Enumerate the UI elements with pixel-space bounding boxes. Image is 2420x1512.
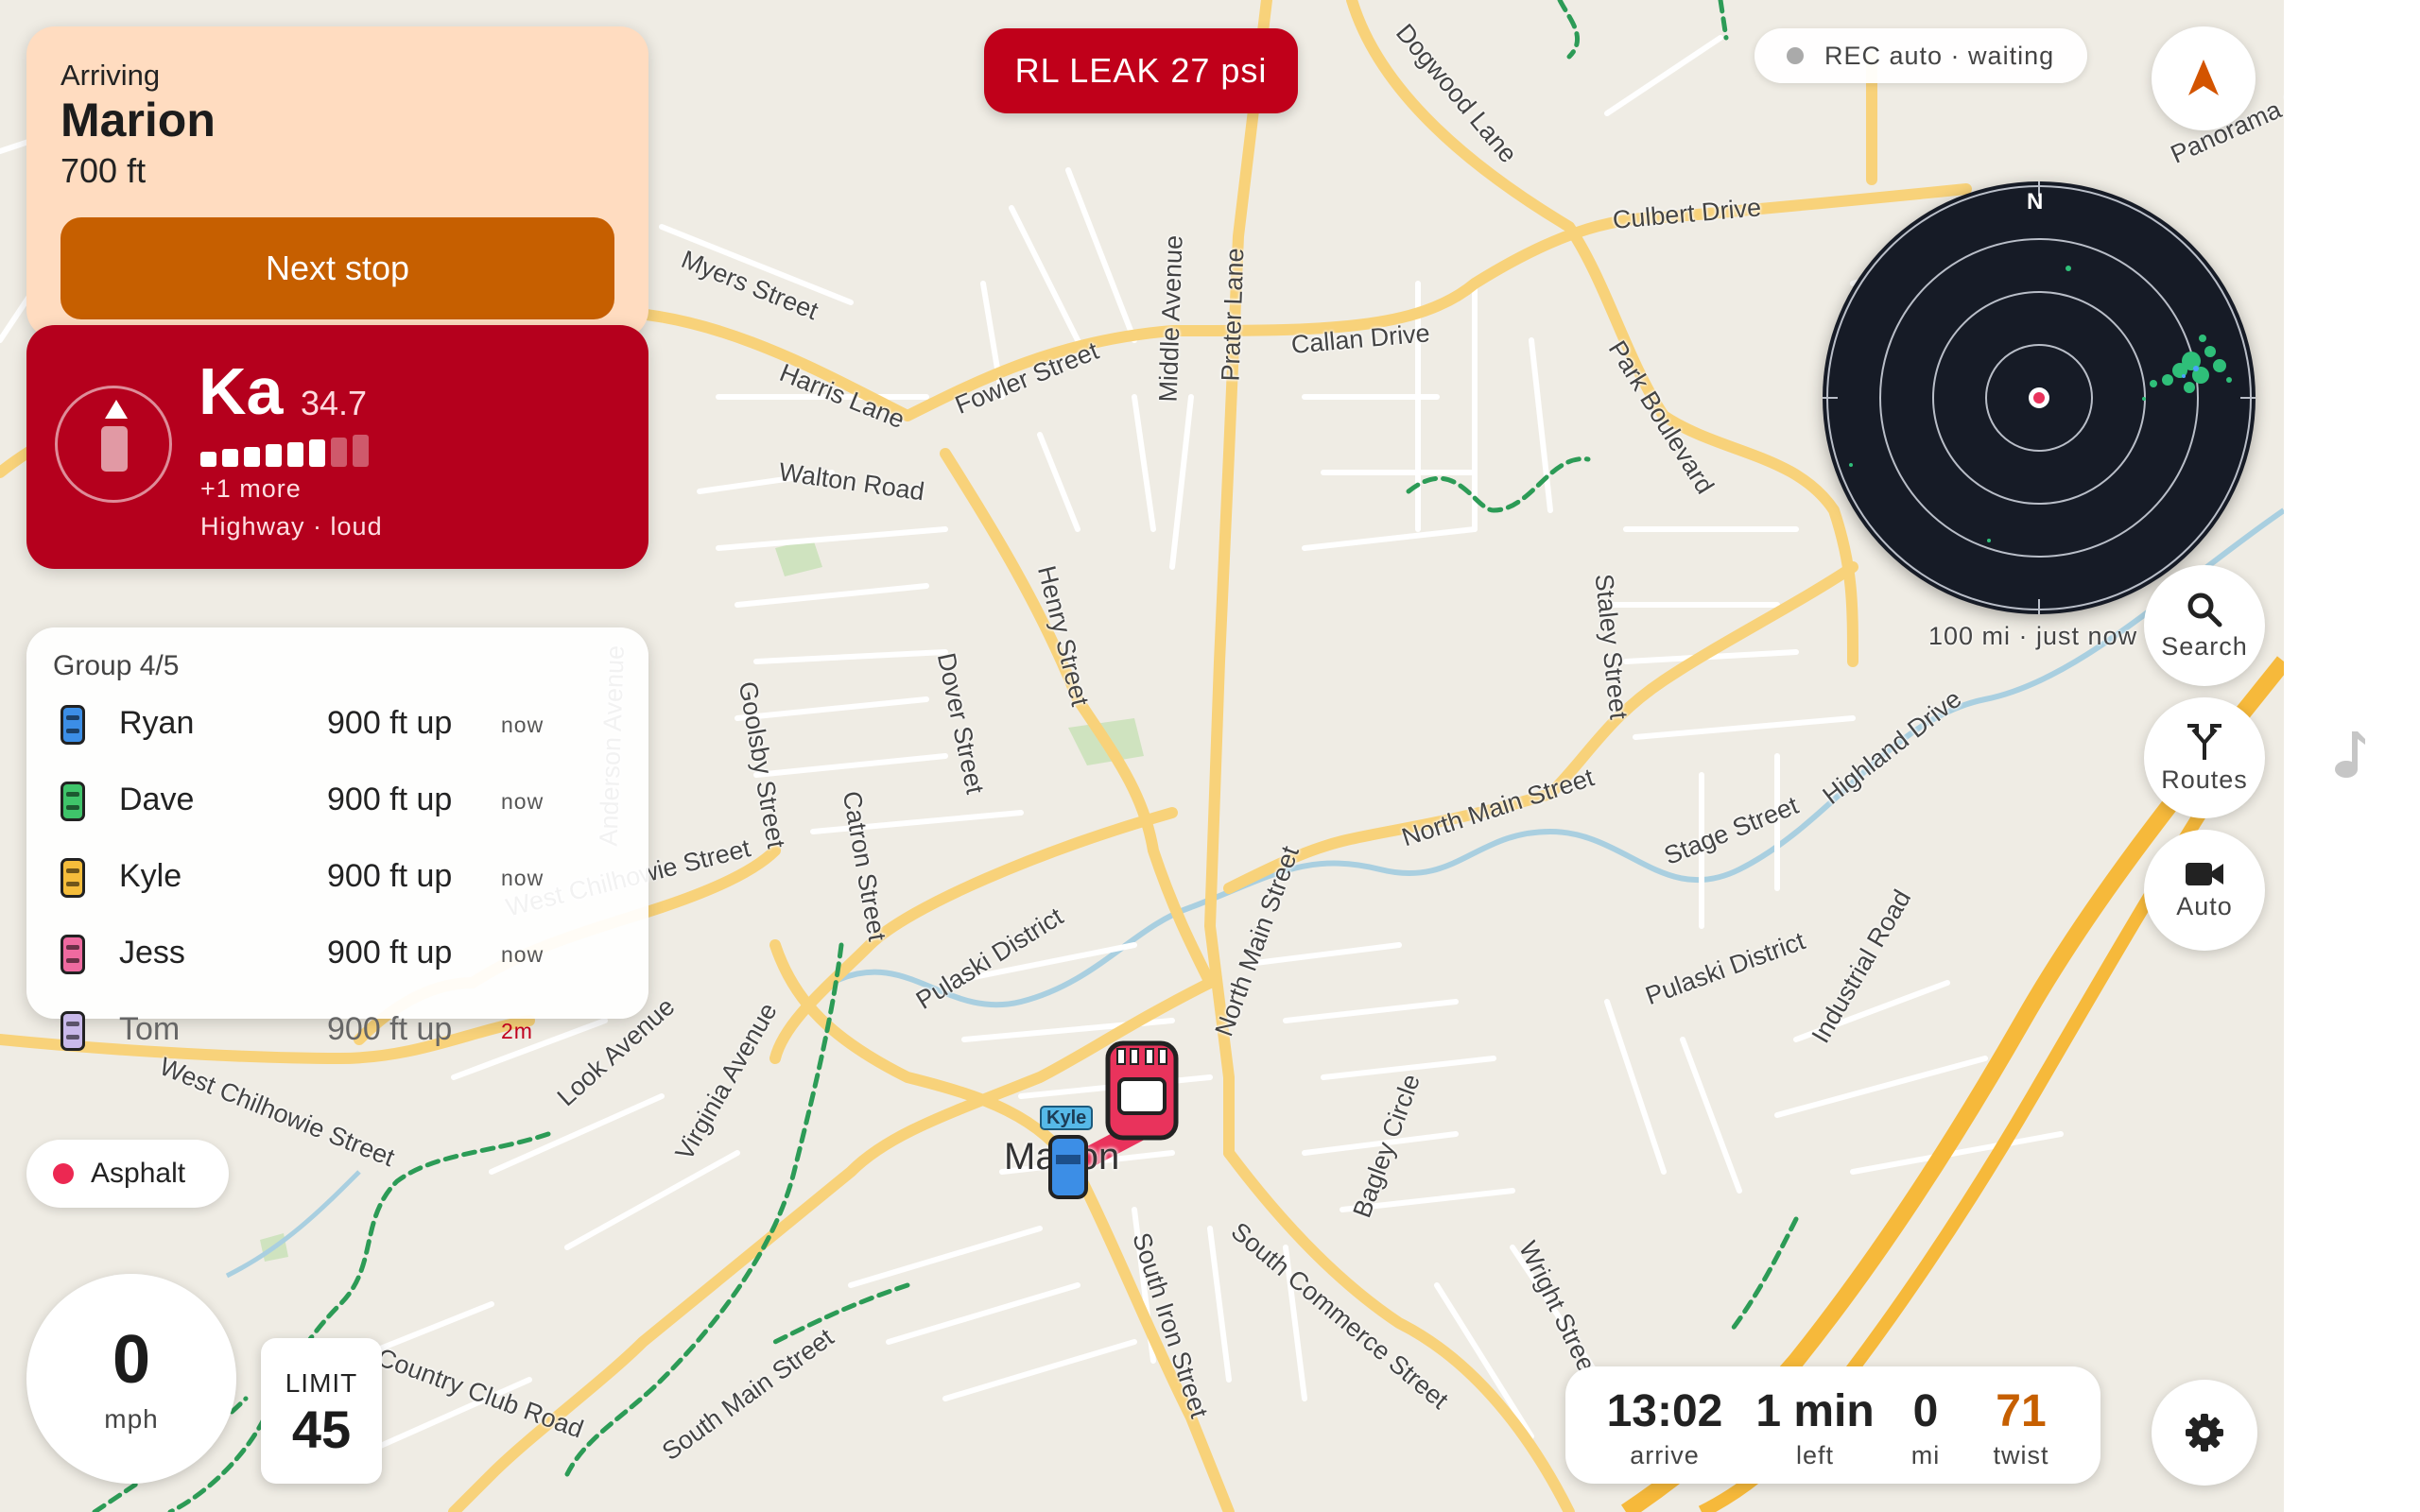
street-label: Middle Avenue	[1153, 234, 1188, 404]
member-last-seen: now	[501, 866, 544, 890]
member-last-seen: now	[501, 942, 544, 967]
member-vehicle-marker[interactable]	[1047, 1134, 1089, 1200]
member-marker-label: Kyle	[1040, 1106, 1094, 1130]
member-name: Tom	[119, 1011, 181, 1047]
speed-limit-value: 45	[291, 1400, 352, 1459]
member-distance: 900 ft up	[327, 705, 453, 741]
speed-limit-label: LIMIT	[285, 1368, 358, 1398]
member-last-seen: now	[501, 713, 544, 737]
arrival-card: Arriving Marion 700 ft Next stop	[26, 26, 648, 338]
signal-bar	[222, 449, 238, 467]
member-distance: 900 ft up	[327, 858, 453, 894]
alert-band: Ka	[199, 354, 284, 428]
time-left-value: 1 min	[1755, 1386, 1875, 1436]
member-distance: 900 ft up	[327, 782, 453, 817]
signal-bar	[287, 441, 303, 467]
settings-button[interactable]	[2152, 1380, 2257, 1486]
auto-button-label: Auto	[2176, 891, 2233, 920]
group-card[interactable]: Group 4/5 Ryan 900 ft up now Dave 900 ft up n…	[26, 627, 648, 1051]
speed-unit: mph	[104, 1404, 159, 1434]
radar-caption: 100 mi · just now	[1928, 622, 2138, 650]
radar-alert-card[interactable]: Ka 34.7 +1 more Highway · loud	[26, 325, 648, 569]
arrow-up-icon	[105, 400, 128, 419]
member-name: Ryan	[119, 705, 195, 741]
alert-more: +1 more	[200, 474, 302, 503]
vehicle-icon	[101, 426, 128, 472]
arrival-time-value: 13:02	[1606, 1386, 1723, 1436]
twist-score-value: 71	[1996, 1386, 2047, 1436]
weather-radar[interactable]: N	[1823, 181, 2256, 614]
distance-left-value: 0	[1912, 1386, 1939, 1436]
speedometer: 0 mph	[26, 1274, 236, 1484]
radar-north-label: N	[2027, 189, 2044, 215]
group-member-row[interactable]: Jess 900 ft up now	[60, 927, 628, 980]
group-title: Group 4/5	[53, 650, 180, 681]
signal-bar	[244, 446, 260, 467]
gear-icon	[2186, 1414, 2223, 1452]
speed-value: 0	[112, 1322, 151, 1398]
music-note-icon[interactable]	[2333, 730, 2367, 783]
member-name: Jess	[119, 935, 185, 971]
next-stop-button[interactable]: Next stop	[60, 217, 614, 319]
signal-bar	[331, 437, 347, 467]
auto-record-button[interactable]: Auto	[2144, 830, 2265, 951]
member-distance: 900 ft up	[327, 935, 453, 971]
signal-bar	[266, 444, 282, 467]
recording-status-text: REC auto · waiting	[1824, 41, 2055, 70]
surface-dot-icon	[53, 1163, 74, 1184]
vehicle-icon	[60, 935, 85, 974]
routes-button[interactable]: Routes	[2144, 697, 2265, 818]
time-left-stat: 1 min left	[1754, 1385, 1876, 1470]
vehicle-icon	[60, 858, 85, 898]
twist-score-stat: 71 twist	[1981, 1385, 2061, 1470]
routes-button-label: Routes	[2161, 765, 2248, 794]
alert-direction-dial	[55, 386, 172, 503]
distance-left-stat: 0 mi	[1902, 1385, 1949, 1470]
group-member-row[interactable]: Tom 900 ft up 2m	[60, 1004, 628, 1057]
recording-status-pill[interactable]: REC auto · waiting	[1754, 28, 2087, 83]
self-vehicle-marker[interactable]	[1104, 1040, 1180, 1143]
signal-strength-meter	[200, 435, 369, 467]
navigation-mode-button[interactable]	[2152, 26, 2256, 130]
trip-summary-bar[interactable]: 13:02 arrive 1 min left 0 mi 71 twist	[1565, 1366, 2100, 1484]
search-icon	[2187, 593, 2222, 627]
group-member-row[interactable]: Kyle 900 ft up now	[60, 850, 628, 903]
search-button-label: Search	[2161, 631, 2248, 661]
speed-limit-sign: LIMIT 45	[261, 1338, 382, 1484]
member-last-seen: 2m	[501, 1019, 533, 1043]
navigation-arrow-icon	[2188, 60, 2219, 95]
signal-bar	[309, 439, 325, 467]
signal-bar	[353, 435, 369, 467]
street-label: Prater Lane	[1216, 247, 1250, 383]
video-camera-icon	[2186, 862, 2223, 885]
time-left-label: left	[1795, 1441, 1835, 1469]
vehicle-icon	[60, 782, 85, 821]
alert-frequency: 34.7	[301, 384, 368, 422]
alert-mode: Highway · loud	[200, 512, 383, 541]
vehicle-icon	[60, 705, 85, 745]
arrival-distance: 700 ft	[60, 151, 147, 190]
member-last-seen: now	[501, 789, 544, 814]
arrival-status: Arriving	[60, 59, 161, 92]
recording-dot-icon	[1787, 47, 1804, 64]
group-member-row[interactable]: Ryan 900 ft up now	[60, 697, 628, 750]
road-surface-label: Asphalt	[91, 1158, 186, 1189]
signal-bar	[200, 451, 216, 467]
member-name: Dave	[119, 782, 195, 817]
radar-rings	[1823, 181, 2256, 614]
tire-leak-warning[interactable]: RL LEAK 27 psi	[984, 28, 1298, 113]
search-button[interactable]: Search	[2144, 565, 2265, 686]
member-name: Kyle	[119, 858, 182, 894]
fork-routes-icon	[2187, 723, 2221, 760]
group-member-row[interactable]: Dave 900 ft up now	[60, 774, 628, 827]
vehicle-icon	[60, 1011, 85, 1051]
arrival-time-stat: 13:02 arrive	[1603, 1385, 1726, 1470]
twist-score-label: twist	[1993, 1441, 2049, 1469]
road-surface-pill[interactable]: Asphalt	[26, 1140, 229, 1208]
arrival-time-label: arrive	[1630, 1441, 1700, 1469]
arrival-place: Marion	[60, 94, 216, 146]
distance-left-label: mi	[1910, 1441, 1941, 1469]
member-distance: 900 ft up	[327, 1011, 453, 1047]
